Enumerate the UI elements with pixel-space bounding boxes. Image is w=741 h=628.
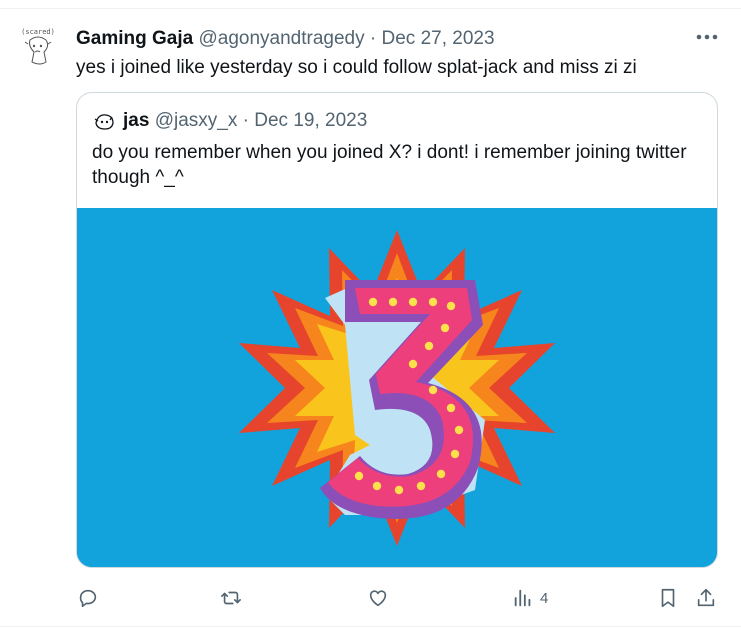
heart-icon — [369, 590, 387, 607]
bottom-divider — [0, 626, 741, 627]
tweet-actions: 4 — [0, 584, 741, 612]
quoted-tweet[interactable]: jas @jasxy_x · Dec 19, 2023 do you remem… — [76, 92, 718, 568]
more-dots-icon — [696, 34, 718, 40]
author-handle[interactable]: @agonyandtragedy — [198, 28, 364, 49]
quoted-avatar[interactable] — [92, 109, 116, 133]
tweet-date[interactable]: Dec 27, 2023 — [382, 28, 495, 49]
share-icon — [697, 588, 715, 607]
tweet-text: yes i joined like yesterday so i could f… — [76, 57, 637, 78]
like-button[interactable] — [367, 584, 389, 612]
views-count: 4 — [540, 589, 549, 607]
quoted-date[interactable]: Dec 19, 2023 — [254, 109, 367, 133]
reply-button[interactable] — [77, 584, 99, 612]
reply-icon — [79, 589, 97, 608]
share-button[interactable] — [695, 584, 717, 612]
quoted-separator: · — [242, 110, 249, 131]
anniversary-3-illustration — [77, 208, 717, 567]
header-separator: · — [369, 28, 377, 49]
top-divider — [0, 0, 741, 9]
quoted-text: do you remember when you joined X? i don… — [92, 142, 687, 188]
more-options-button[interactable] — [694, 27, 720, 47]
author-avatar[interactable]: (scared) — [16, 26, 60, 78]
bookmark-icon — [661, 588, 675, 608]
author-name[interactable]: Gaming Gaja — [76, 28, 193, 49]
quoted-header: jas @jasxy_x · Dec 19, 2023 — [92, 109, 367, 133]
bookmark-button[interactable] — [657, 584, 679, 612]
quoted-author-name[interactable]: jas — [123, 109, 149, 133]
quoted-image[interactable]: 3 — [77, 208, 717, 567]
tweet-header: Gaming Gaja @agonyandtragedy · Dec 27, 2… — [76, 27, 495, 51]
quoted-handle[interactable]: @jasxy_x — [155, 109, 238, 133]
avatar-caption: (scared) — [21, 28, 55, 36]
views-button[interactable]: 4 — [512, 584, 548, 612]
views-icon — [514, 589, 531, 607]
retweet-icon — [221, 591, 241, 605]
retweet-button[interactable] — [220, 584, 242, 612]
